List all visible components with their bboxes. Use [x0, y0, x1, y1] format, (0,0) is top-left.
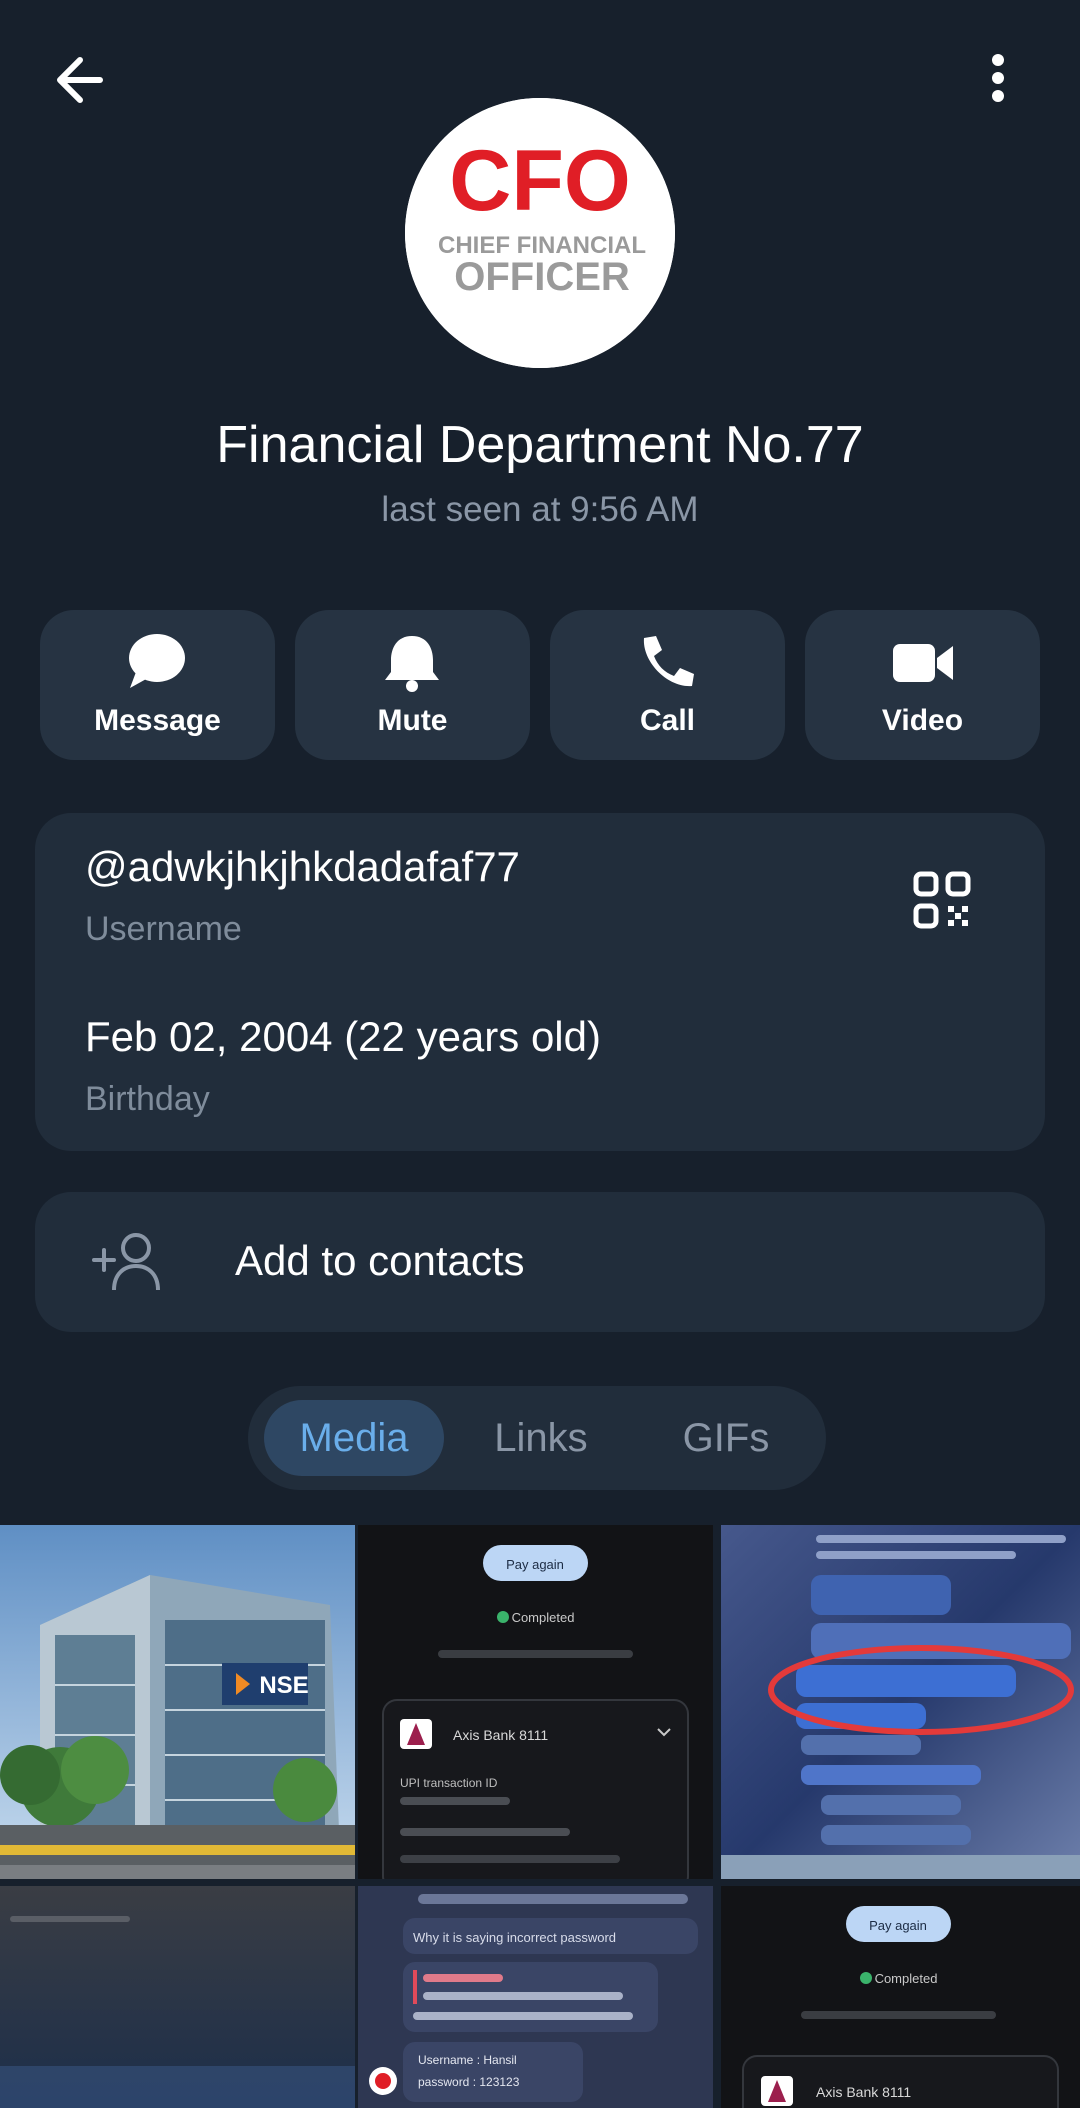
building-photo: NSE: [0, 1525, 355, 1879]
add-to-contacts-label: Add to contacts: [235, 1237, 525, 1284]
dark-photo: [0, 1886, 355, 2108]
arrow-left-icon: [57, 57, 103, 103]
message-button[interactable]: Message: [40, 610, 275, 760]
tab-links[interactable]: Links: [456, 1400, 626, 1476]
svg-text:Completed: Completed: [512, 1610, 575, 1625]
chat-screenshot: Why it is saying incorrect password User…: [358, 1886, 713, 2108]
media-thumbnail[interactable]: [721, 1525, 1080, 1879]
svg-text:Pay again: Pay again: [506, 1557, 564, 1572]
svg-text:OFFICER: OFFICER: [454, 255, 630, 299]
call-label: Call: [639, 704, 696, 737]
chat-screenshot: [721, 1525, 1080, 1879]
bell-icon: [385, 636, 439, 692]
svg-text:NSE: NSE: [259, 1672, 308, 1699]
more-vertical-icon: [992, 54, 1004, 102]
media-thumbnail[interactable]: Pay again Completed Axis Bank 8111 UPI t…: [358, 1525, 713, 1879]
svg-text:Axis Bank 8111: Axis Bank 8111: [816, 2084, 911, 2100]
svg-text:Pay again: Pay again: [869, 1918, 927, 1933]
birthday-value[interactable]: Feb 02, 2004 (22 years old): [85, 1013, 601, 1061]
svg-text:UPI transaction ID: UPI transaction ID: [400, 1776, 498, 1790]
svg-text:password : 123123: password : 123123: [418, 2075, 520, 2089]
username-value[interactable]: @adwkjhkjhkdadafaf77: [85, 843, 520, 891]
qr-code-icon: [913, 871, 971, 929]
action-buttons: Message Mute Call Video: [40, 610, 1040, 760]
media-thumbnail[interactable]: Pay again Completed Axis Bank 8111: [721, 1886, 1080, 2108]
more-options-button[interactable]: [982, 52, 1014, 112]
message-label: Message: [94, 704, 221, 737]
tab-gifs[interactable]: GIFs: [640, 1400, 812, 1476]
svg-text:Completed: Completed: [875, 1971, 938, 1986]
svg-text:Axis Bank 8111: Axis Bank 8111: [453, 1727, 548, 1743]
username-label: Username: [85, 910, 242, 948]
video-label: Video: [881, 704, 964, 737]
payment-screenshot: Pay again Completed Axis Bank 8111: [742, 1906, 1059, 2108]
svg-text:CFO: CFO: [449, 133, 631, 229]
add-person-icon: [92, 1233, 160, 1291]
media-thumbnail[interactable]: NSE: [0, 1525, 355, 1879]
avatar[interactable]: CFO CHIEF FINANCIAL OFFICER: [405, 98, 675, 368]
mute-label: Mute: [377, 704, 448, 737]
add-to-contacts-button[interactable]: Add to contacts: [35, 1192, 1045, 1332]
info-card: @adwkjhkjhkdadafaf77 Username Feb 02, 20…: [35, 813, 1045, 1151]
svg-text:Username : Hansil: Username : Hansil: [418, 2053, 517, 2067]
video-camera-icon: [893, 644, 953, 682]
cfo-logo: CFO CHIEF FINANCIAL OFFICER: [405, 98, 675, 368]
chat-bubble-icon: [129, 634, 185, 688]
phone-icon: [643, 636, 694, 687]
media-tabs: Media Links GIFs: [248, 1386, 826, 1490]
payment-screenshot: Pay again Completed Axis Bank 8111 UPI t…: [382, 1545, 689, 1879]
qr-code-button[interactable]: [910, 868, 974, 932]
back-button[interactable]: [50, 52, 114, 108]
last-seen-status: last seen at 9:56 AM: [381, 490, 699, 529]
media-grid: NSE Pay again Completed Axis Bank 8111 U…: [0, 1525, 1080, 2108]
mute-button[interactable]: Mute: [295, 610, 530, 760]
media-thumbnail[interactable]: Why it is saying incorrect password User…: [358, 1886, 713, 2108]
call-button[interactable]: Call: [550, 610, 785, 760]
media-thumbnail[interactable]: [0, 1886, 355, 2108]
video-button[interactable]: Video: [805, 610, 1040, 760]
svg-text:Why it is saying incorrect pas: Why it is saying incorrect password: [413, 1930, 616, 1945]
profile-name: Financial Department No.77: [216, 416, 864, 474]
tab-media[interactable]: Media: [264, 1400, 444, 1476]
birthday-label: Birthday: [85, 1080, 210, 1118]
